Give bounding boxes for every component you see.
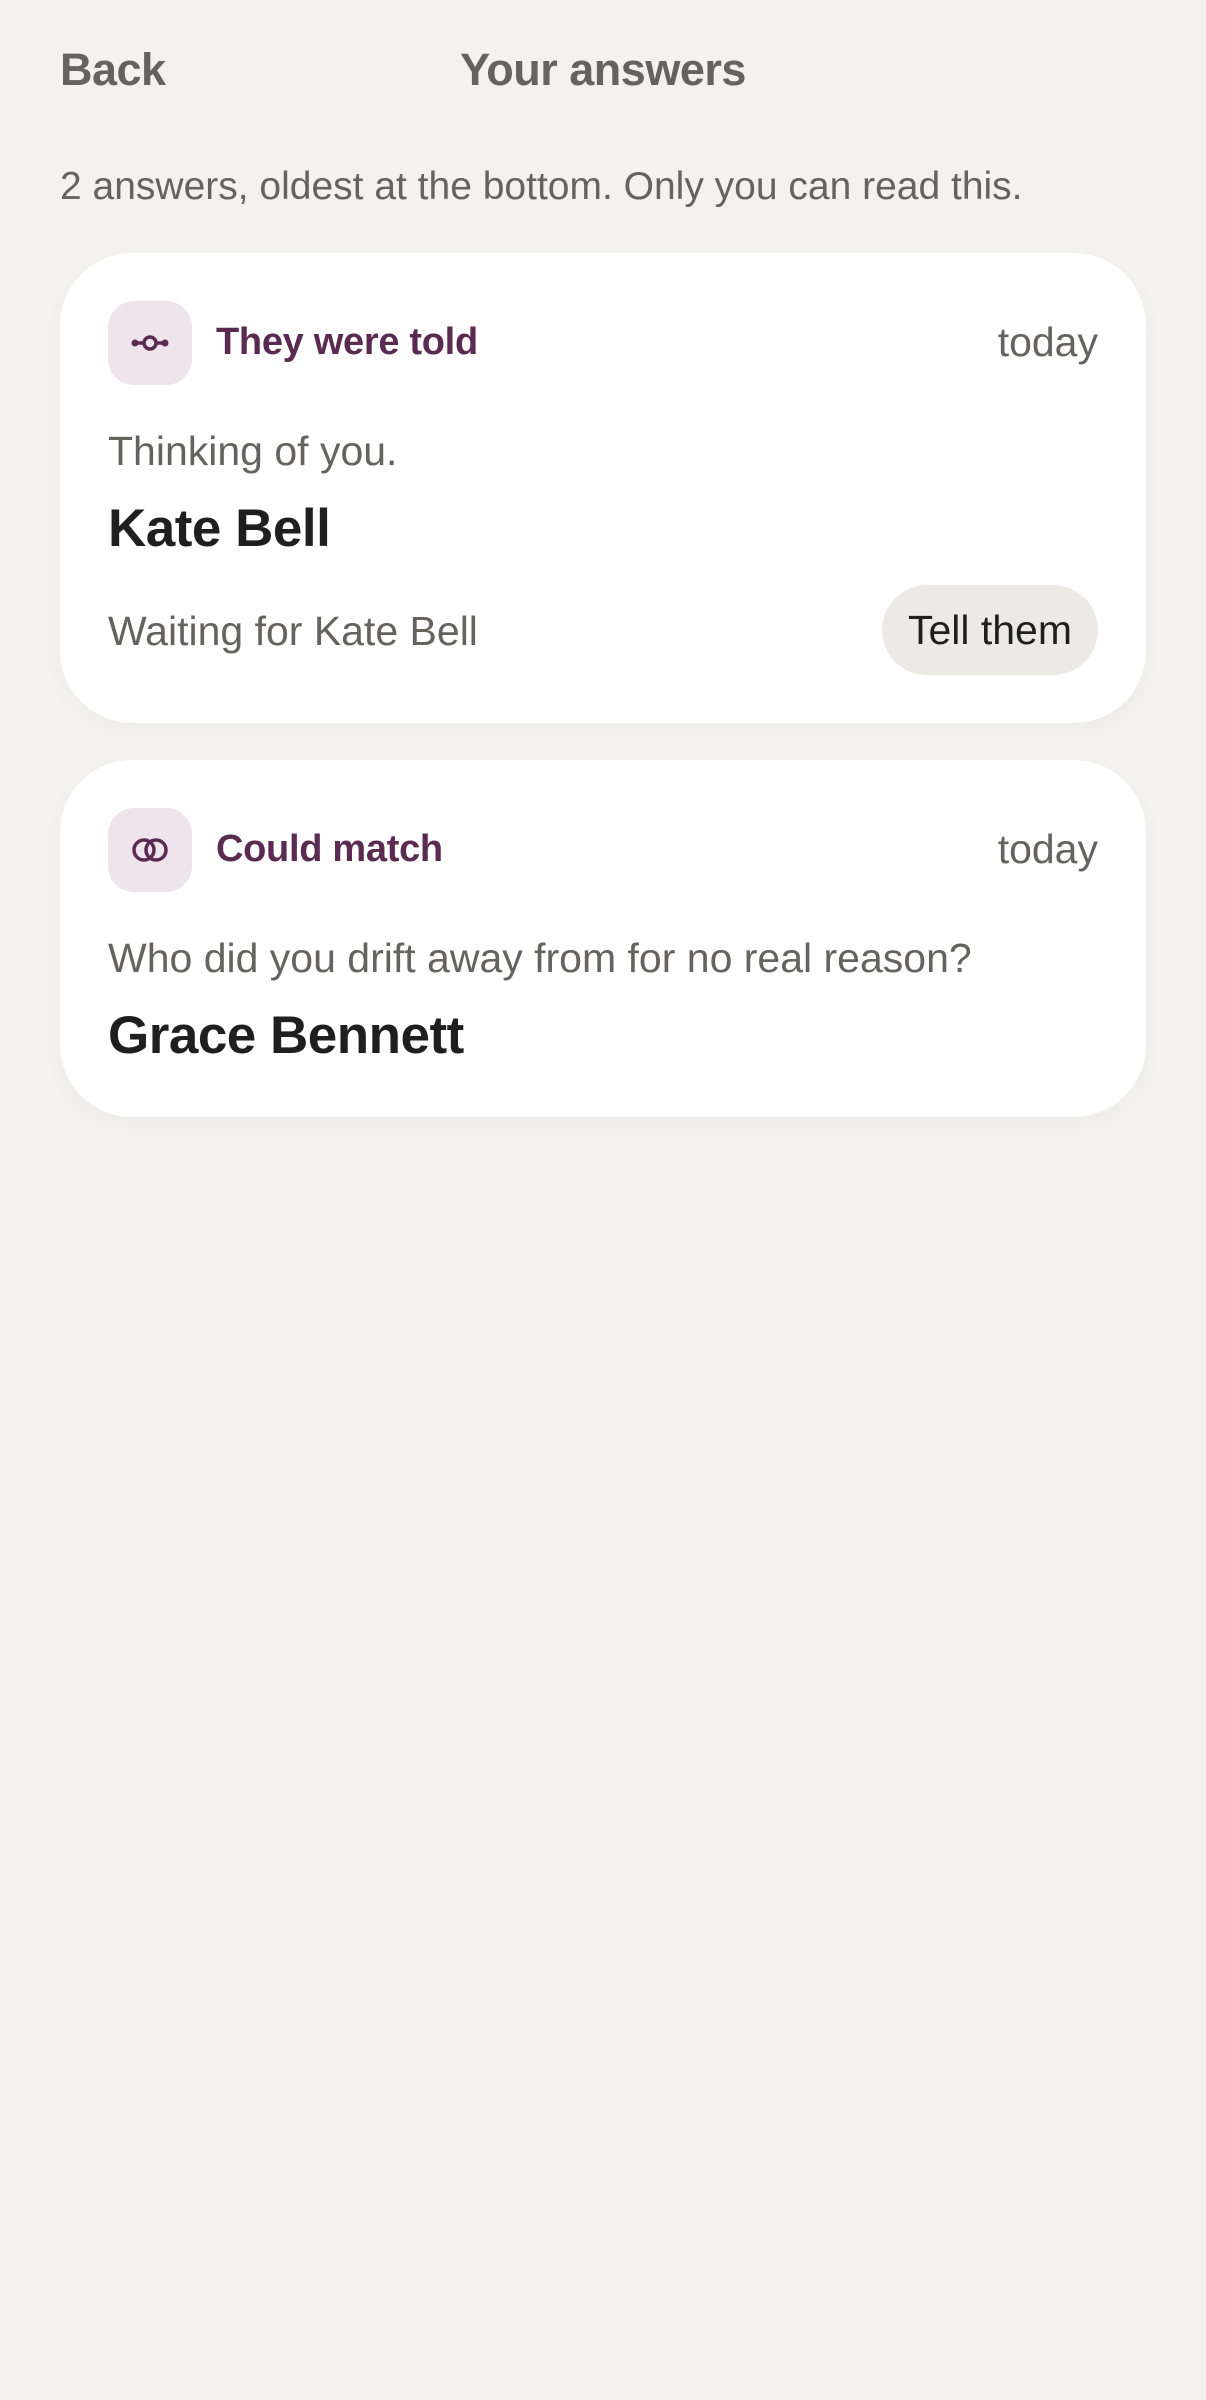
match-icon — [108, 808, 192, 892]
answers-screen: Back Your answers 2 answers, oldest at t… — [0, 0, 1206, 2400]
answer-prompt: Thinking of you. — [108, 428, 398, 474]
header: Back Your answers — [0, 0, 1206, 140]
answer-prompt: Who did you drift away from for no real … — [108, 935, 972, 981]
answer-card[interactable]: They were told today Thinking of you. Ka… — [60, 253, 1146, 723]
answer-time: today — [997, 826, 1098, 872]
answer-status-label: Could match — [216, 828, 443, 870]
answer-person-name: Kate Bell — [108, 499, 331, 558]
answer-status-label: They were told — [216, 321, 478, 363]
page-title: Your answers — [460, 44, 746, 95]
answer-card[interactable]: Could match today Who did you drift away… — [60, 760, 1146, 1117]
tell-them-button[interactable]: Tell them — [881, 585, 1098, 675]
answer-time: today — [997, 319, 1098, 365]
page-subtitle: 2 answers, oldest at the bottom. Only yo… — [60, 165, 1023, 208]
waiting-status: Waiting for Kate Bell — [108, 608, 478, 654]
told-icon — [108, 301, 192, 385]
answer-person-name: Grace Bennett — [108, 1006, 464, 1065]
